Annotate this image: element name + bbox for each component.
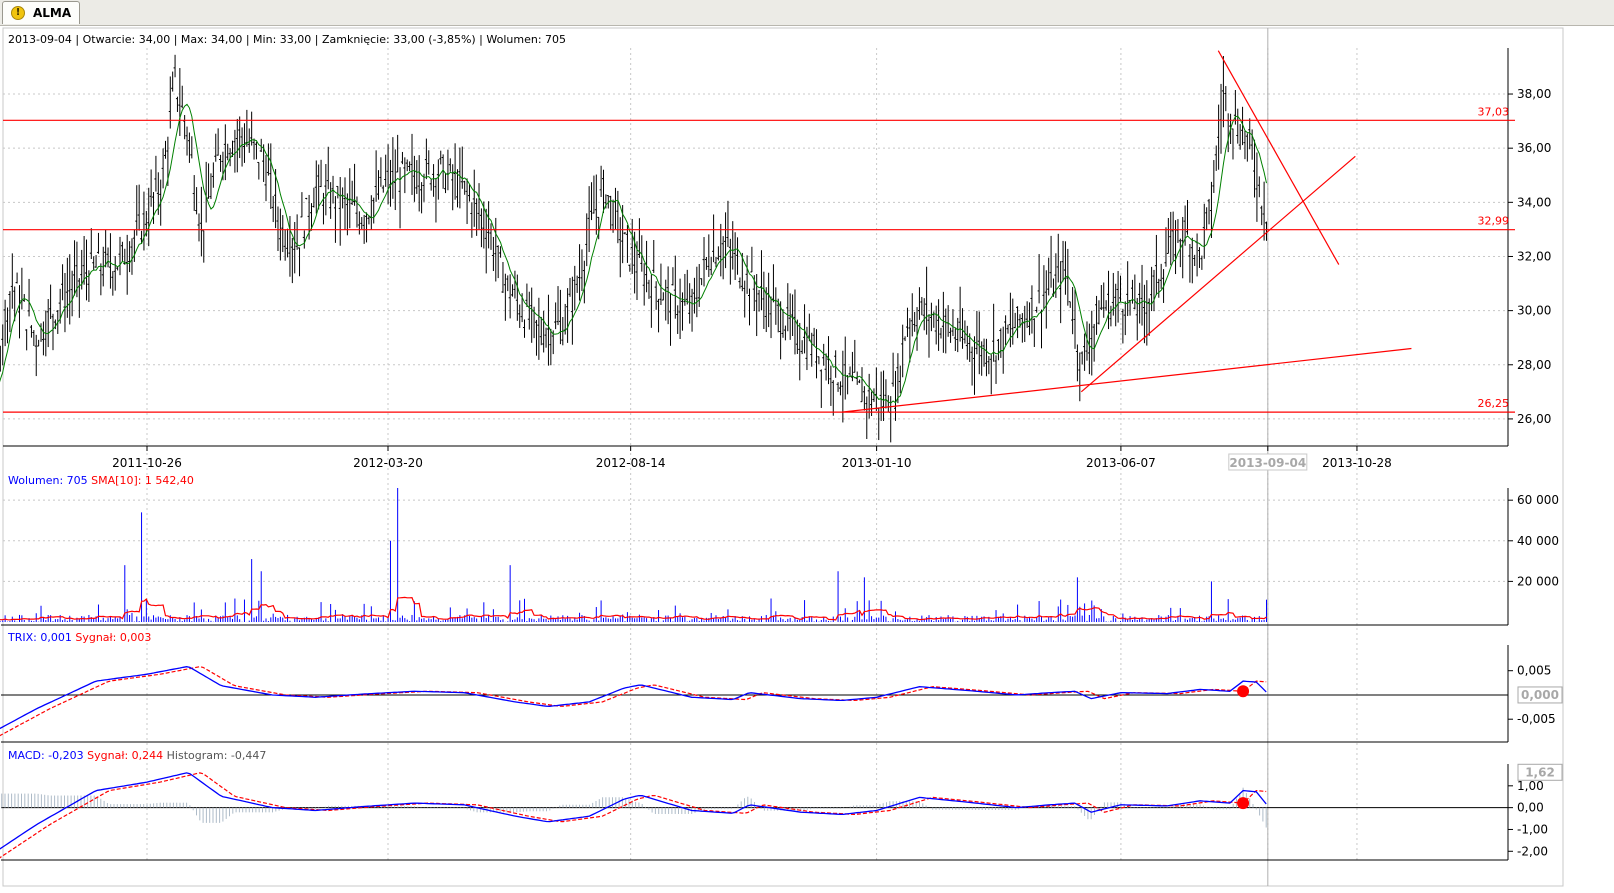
info-date: 2013-09-04 xyxy=(8,33,72,46)
trix-header-value: TRIX: 0,001 xyxy=(7,631,72,644)
price-y-tick-label: 28,00 xyxy=(1517,358,1551,372)
macd-y-tick-label: -1,00 xyxy=(1517,822,1548,836)
trix-signal-marker xyxy=(1237,685,1250,698)
volume-header-sma: SMA[10]: 1 542,40 xyxy=(91,474,194,487)
macd-header: MACD: -0,203 Sygnał: 0,244 Histogram: -0… xyxy=(8,749,266,762)
trendline xyxy=(1217,50,1340,265)
trix-header: TRIX: 0,001 Sygnał: 0,003 xyxy=(7,631,151,644)
trix-signal-line xyxy=(0,666,1267,737)
price-y-tick-label: 26,00 xyxy=(1517,412,1551,426)
volume-series xyxy=(0,488,1267,622)
volume-header-value: Wolumen: 705 xyxy=(8,474,88,487)
info-close: Zamknięcie: 33,00 (-3,85%) xyxy=(322,33,476,46)
trix-y-tick-label: -0,005 xyxy=(1517,712,1556,726)
macd-header-signal: Sygnał: 0,244 xyxy=(87,749,163,762)
info-open: Otwarcie: 34,00 xyxy=(83,33,171,46)
level-label: 37,03 xyxy=(1478,105,1510,118)
tab-label: ALMA xyxy=(33,6,72,20)
x-tick-label: 2012-03-20 xyxy=(353,456,423,470)
macd-y-tick-label: 1,00 xyxy=(1517,779,1544,793)
trix-series: 0,000 xyxy=(0,666,1563,737)
x-tick-label: 2013-10-28 xyxy=(1322,456,1392,470)
macd-signal-line xyxy=(0,772,1267,859)
info-max: Max: 34,00 xyxy=(181,33,242,46)
trix-header-signal: Sygnał: 0,003 xyxy=(75,631,151,644)
trendline xyxy=(841,347,1412,413)
macd-value-label: 1,62 xyxy=(1525,765,1555,779)
info-line: 2013-09-04 | Otwarcie: 34,00 | Max: 34,0… xyxy=(8,33,566,46)
macd-signal-marker xyxy=(1237,797,1250,810)
info-min: Min: 33,00 xyxy=(253,33,311,46)
level-label: 26,25 xyxy=(1478,397,1510,410)
moving-average-line xyxy=(0,103,1267,404)
price-y-tick-label: 34,00 xyxy=(1517,195,1551,209)
x-tick-label: 2013-09-04 xyxy=(1229,456,1306,470)
tab-alma[interactable]: ! ALMA xyxy=(2,1,80,24)
info-volume: Wolumen: 705 xyxy=(486,33,566,46)
macd-header-value: MACD: -0,203 xyxy=(8,749,84,762)
tab-bar: ! ALMA xyxy=(0,0,1614,26)
x-tick-label: 2013-01-10 xyxy=(842,456,912,470)
macd-main-line xyxy=(0,772,1267,850)
macd-y-tick-label: 0,00 xyxy=(1517,801,1544,815)
trix-y-tick-label: 0,005 xyxy=(1517,664,1551,678)
x-tick-label: 2013-06-07 xyxy=(1086,456,1156,470)
price-y-tick-label: 36,00 xyxy=(1517,141,1551,155)
trix-main-line xyxy=(0,666,1267,730)
price-y-tick-label: 32,00 xyxy=(1517,249,1551,263)
chart-svg[interactable]: 2013-09-04 | Otwarcie: 34,00 | Max: 34,0… xyxy=(0,26,1614,889)
warning-icon: ! xyxy=(11,6,25,20)
volume-y-tick-label: 40 000 xyxy=(1517,534,1559,548)
macd-y-tick-label: -2,00 xyxy=(1517,844,1548,858)
trendline xyxy=(1080,155,1356,393)
x-tick-label: 2012-08-14 xyxy=(596,456,666,470)
price-y-tick-label: 38,00 xyxy=(1517,87,1551,101)
chart-area[interactable]: 2013-09-04 | Otwarcie: 34,00 | Max: 34,0… xyxy=(0,26,1614,889)
volume-y-tick-label: 20 000 xyxy=(1517,574,1559,588)
volume-y-tick-label: 60 000 xyxy=(1517,493,1559,507)
x-tick-label: 2011-10-26 xyxy=(112,456,182,470)
price-series: 37,03 32,99 26,25 xyxy=(0,50,1515,443)
trix-value-label: 0,000 xyxy=(1521,688,1559,702)
macd-series: 1,62 xyxy=(0,763,1563,859)
volume-header: Wolumen: 705 SMA[10]: 1 542,40 xyxy=(8,474,194,487)
volume-sma-line xyxy=(0,596,1267,621)
level-label: 32,99 xyxy=(1478,215,1510,228)
price-y-tick-label: 30,00 xyxy=(1517,304,1551,318)
macd-header-hist: Histogram: -0,447 xyxy=(167,749,267,762)
